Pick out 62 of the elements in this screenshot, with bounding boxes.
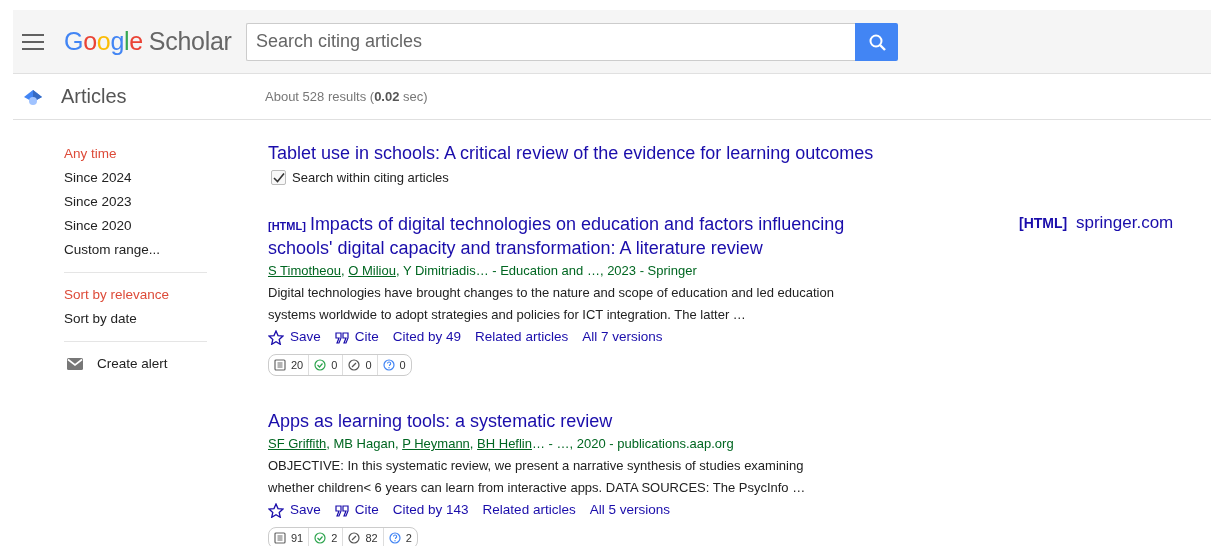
document-icon xyxy=(274,359,286,371)
quote-icon xyxy=(334,503,349,517)
search-button[interactable] xyxy=(855,22,898,61)
sort-option-link[interactable]: Sort by relevance xyxy=(64,283,170,307)
cited-by-link[interactable]: Cited by 49 xyxy=(392,326,462,348)
stat-count: 91 xyxy=(291,532,304,544)
slash-circle-icon xyxy=(348,359,361,371)
scholar-cap-icon xyxy=(24,88,42,105)
create-alert-link[interactable]: Create alert xyxy=(97,352,168,376)
cite-link[interactable]: Cite xyxy=(334,326,379,348)
time-filter-link[interactable]: Since 2023 xyxy=(64,190,132,214)
star-icon xyxy=(268,329,284,345)
related-articles-link[interactable]: Related articles xyxy=(475,326,569,348)
author-link[interactable]: S Timotheou xyxy=(268,263,341,278)
menu-button[interactable] xyxy=(22,33,44,50)
versions-link[interactable]: All 5 versions xyxy=(589,499,670,521)
search-field[interactable]: Search citing articles xyxy=(246,22,855,61)
results-summary: About 528 results (0.02 sec) xyxy=(265,89,428,104)
cited-by-link[interactable]: Cited by 143 xyxy=(392,499,469,521)
time-filter-link[interactable]: Since 2020 xyxy=(64,214,132,238)
stat-count: 2 xyxy=(405,532,412,544)
cited-article-title-link[interactable]: Tablet use in schools: A critical review of the evidence for learning outcomes xyxy=(268,142,874,164)
stat-count: 20 xyxy=(291,359,304,371)
quote-icon xyxy=(334,330,349,344)
checkmark-icon xyxy=(272,172,285,183)
section-title: Articles xyxy=(61,85,128,108)
question-circle-icon xyxy=(382,359,395,371)
result-snippet: OBJECTIVE: In this systematic review, we present a narrative synthesis of studies examining whether children< 6 years can learn from interactive apps. DATA SOURCES: The PsycInfo … xyxy=(268,457,807,497)
versions-link[interactable]: All 7 versions xyxy=(582,326,663,348)
save-link[interactable]: Save xyxy=(268,499,321,521)
save-link[interactable]: Save xyxy=(268,326,321,348)
result-title-link[interactable]: Apps as learning tools: a systematic review xyxy=(268,410,868,432)
author-link[interactable]: BH Heflin xyxy=(477,436,532,451)
search-icon xyxy=(867,32,886,51)
cite-link[interactable]: Cite xyxy=(334,499,379,521)
document-icon xyxy=(274,532,286,544)
sort-option-link[interactable]: Sort by date xyxy=(64,307,137,331)
stat-count: 0 xyxy=(365,359,372,371)
time-filter-link[interactable]: Since 2024 xyxy=(64,166,132,190)
check-circle-icon xyxy=(314,532,327,544)
stat-count: 0 xyxy=(399,359,406,371)
stat-count: 2 xyxy=(331,532,338,544)
slash-circle-icon xyxy=(348,532,361,544)
stat-count: 82 xyxy=(365,532,378,544)
author-link[interactable]: O Miliou xyxy=(348,263,396,278)
result-title-link[interactable]: [HTML] Impacts of digital technologies on education and factors influencing schools' digital capacity and transformation: A literature review xyxy=(268,213,868,259)
related-articles-link[interactable]: Related articles xyxy=(482,499,576,521)
question-circle-icon xyxy=(388,532,401,544)
author-link[interactable]: P Heymann xyxy=(402,436,470,451)
time-filter-link[interactable]: Any time xyxy=(64,142,117,166)
logo[interactable]: Google Scholar xyxy=(64,27,246,56)
star-icon xyxy=(268,502,284,518)
stat-count: 0 xyxy=(331,359,338,371)
full-text-link[interactable]: [HTML] springer.com xyxy=(1019,213,1174,233)
search-within-checkbox[interactable] xyxy=(271,170,286,185)
result-snippet: Digital technologies have brought changes to the nature and scope of education and led education systems worldwide to adopt strategies and policies for ICT integration. The latter … xyxy=(268,284,835,324)
author-byline: SF Griffith, MB Hagan, P Heymann, BH Heflin… - …, 2020 - publications.aap.org xyxy=(268,435,734,453)
check-circle-icon xyxy=(314,359,327,371)
checkbox-label: Search within citing articles xyxy=(292,170,449,185)
envelope-icon xyxy=(67,358,83,370)
time-filter-link[interactable]: Custom range... xyxy=(64,238,161,262)
author-byline: S Timotheou, O Miliou, Y Dimitriadis… - Education and …, 2023 - Springer xyxy=(268,262,697,280)
